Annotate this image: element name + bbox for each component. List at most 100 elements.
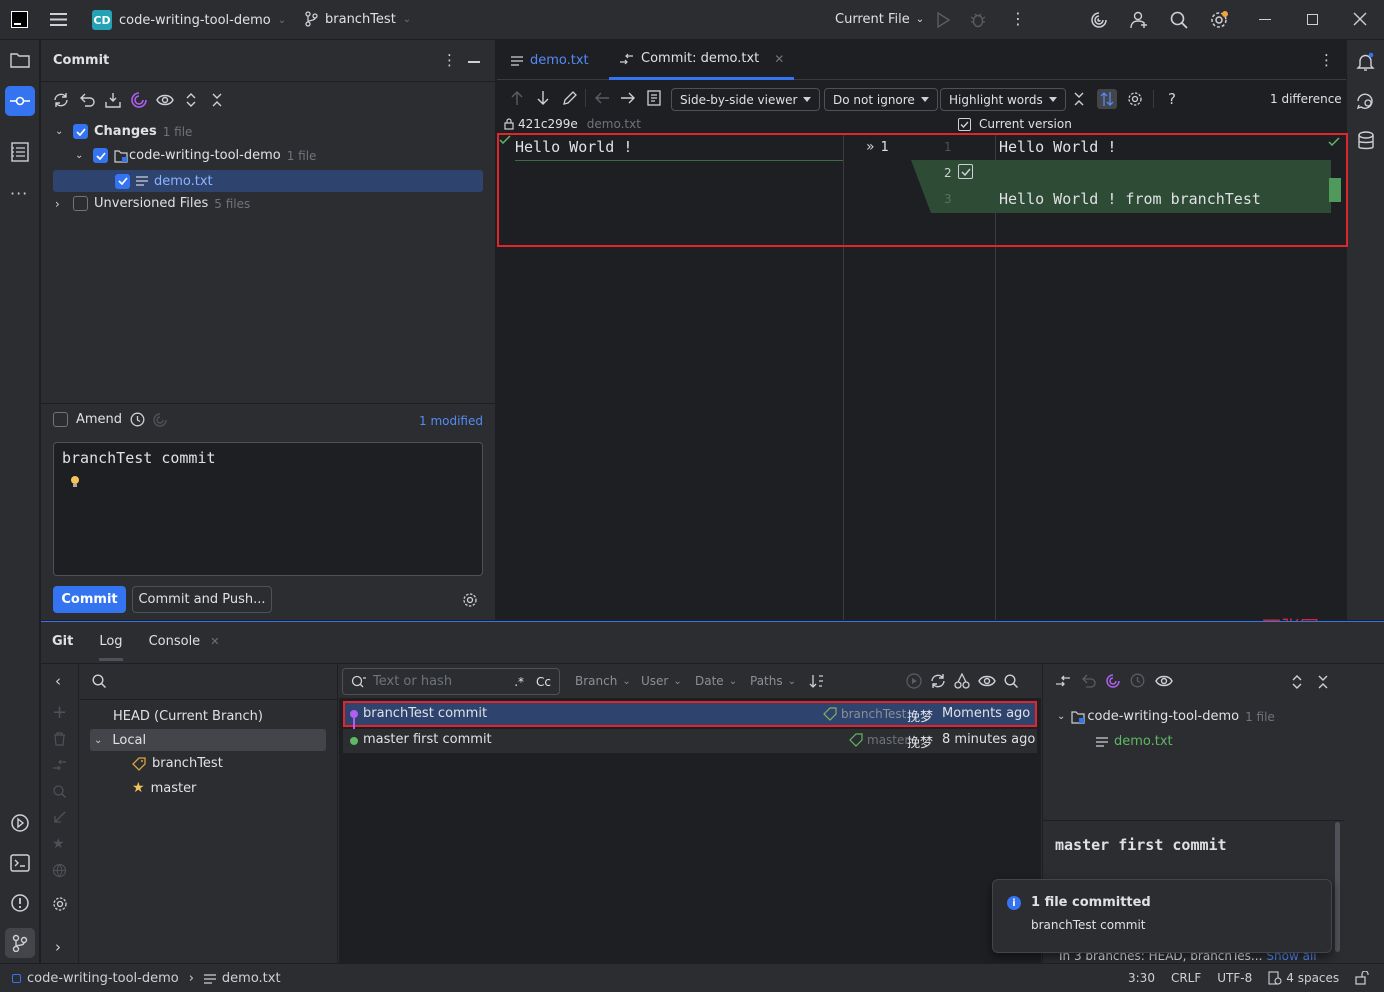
branch-search-icon[interactable]	[92, 674, 106, 688]
more-actions-icon[interactable]: ⋮	[1010, 11, 1026, 27]
favorite-star-icon[interactable]: ★	[52, 836, 65, 852]
main-menu-icon[interactable]	[50, 12, 67, 27]
more-tools-icon[interactable]: ···	[10, 184, 28, 203]
head-node[interactable]: HEAD (Current Branch)	[113, 709, 263, 724]
ai-chat-icon[interactable]	[1356, 92, 1376, 110]
filter-date[interactable]: Date ⌄	[695, 674, 737, 688]
compare-branch-icon[interactable]	[52, 758, 67, 772]
commit-row[interactable]: master first commit master 挽梦 8 minutes …	[343, 729, 1037, 753]
database-icon[interactable]	[1357, 131, 1375, 151]
delete-branch-icon[interactable]	[53, 732, 66, 746]
breadcrumb-file[interactable]: demo.txt	[222, 971, 281, 986]
run-icon[interactable]	[936, 12, 950, 28]
help-icon[interactable]: ?	[1162, 89, 1182, 109]
panel-options-icon[interactable]: ⋮	[442, 51, 457, 69]
previous-file-icon[interactable]	[592, 88, 612, 108]
chevron-right-icon[interactable]: ›	[55, 938, 61, 956]
unversioned-group[interactable]: › Unversioned Files 5 files	[55, 196, 250, 211]
commit-row-selected[interactable]: branchTest commit branchTest 挽梦 Moments …	[343, 701, 1037, 732]
collapse-unchanged-icon[interactable]	[1069, 89, 1089, 109]
compare-icon[interactable]	[1055, 674, 1071, 688]
lightbulb-icon[interactable]	[70, 475, 474, 489]
add-branch-icon[interactable]: +	[52, 702, 67, 723]
refresh-log-icon[interactable]	[930, 673, 946, 689]
services-icon[interactable]	[10, 813, 30, 833]
close-tab-icon[interactable]: ✕	[774, 52, 784, 66]
chevron-down-icon[interactable]: ⌄	[1057, 711, 1065, 722]
commit-tool-icon[interactable]	[5, 86, 35, 116]
terminal-icon[interactable]	[10, 854, 30, 872]
close-window-icon[interactable]	[1353, 12, 1367, 26]
next-file-icon[interactable]	[618, 88, 638, 108]
tab-log[interactable]: Log	[99, 634, 123, 661]
commit-options-gear-icon[interactable]	[462, 592, 478, 608]
diff-settings-gear-icon[interactable]	[1125, 89, 1145, 109]
preview-eye-icon[interactable]	[155, 90, 175, 110]
shelve-icon[interactable]	[103, 90, 123, 110]
sort-icon[interactable]	[809, 674, 825, 689]
amend-label[interactable]: Amend	[76, 412, 122, 427]
cherry-pick-icon[interactable]	[954, 673, 970, 689]
search-branch-icon[interactable]	[53, 785, 66, 798]
local-node[interactable]: ⌄ Local	[90, 729, 326, 751]
details-module-node[interactable]: ⌄ code-writing-tool-demo 1 file	[1057, 709, 1275, 724]
modified-link[interactable]: 1 modified	[419, 414, 483, 428]
close-tab-icon[interactable]: ✕	[210, 635, 219, 648]
add-user-icon[interactable]	[1130, 11, 1149, 29]
ai-message-icon[interactable]	[153, 412, 167, 427]
expand-details-icon[interactable]	[1291, 674, 1303, 690]
ai-explain-icon[interactable]	[1106, 673, 1120, 688]
log-search-icon[interactable]	[1004, 674, 1018, 688]
chevron-right-icon[interactable]: ›	[55, 197, 67, 211]
changes-group[interactable]: ⌄ Changes 1 file	[55, 124, 192, 139]
filter-branch[interactable]: Branch ⌄	[575, 674, 631, 688]
goto-commit-icon[interactable]	[906, 673, 922, 689]
line-ending[interactable]: CRLF	[1171, 971, 1201, 985]
sync-scroll-icon[interactable]	[1097, 89, 1117, 109]
settings-icon[interactable]	[1209, 10, 1229, 30]
problems-icon[interactable]	[10, 893, 30, 913]
tab-git[interactable]: Git	[52, 634, 73, 649]
debug-icon[interactable]	[970, 11, 986, 28]
highlight-select[interactable]: Highlight words	[940, 88, 1066, 111]
refresh-icon[interactable]	[51, 90, 71, 110]
collapse-all-icon[interactable]	[207, 90, 227, 110]
chevron-left-icon[interactable]: ‹	[55, 672, 61, 690]
file-list-icon[interactable]	[644, 88, 664, 108]
chevron-down-icon[interactable]: ⌄	[94, 735, 102, 746]
details-scrollbar[interactable]	[1335, 822, 1340, 952]
edit-pencil-icon[interactable]	[559, 88, 579, 108]
amend-checkbox[interactable]	[53, 412, 68, 427]
filter-paths[interactable]: Paths ⌄	[750, 674, 796, 688]
minimize-window-icon[interactable]	[1259, 19, 1271, 20]
file-node-selected[interactable]: demo.txt	[53, 170, 483, 192]
tab-console[interactable]: Console	[149, 634, 201, 649]
structure-icon[interactable]	[11, 142, 29, 162]
project-folder-icon[interactable]	[10, 52, 30, 68]
branch-settings-gear-icon[interactable]	[52, 896, 68, 912]
regex-toggle[interactable]: .*	[514, 675, 524, 689]
module-checkbox[interactable]	[93, 148, 108, 163]
tab-demo-txt[interactable]: demo.txt	[511, 53, 589, 68]
ignore-select[interactable]: Do not ignore	[824, 88, 938, 111]
maximize-window-icon[interactable]	[1307, 14, 1318, 25]
editor-options-icon[interactable]: ⋮	[1319, 51, 1334, 69]
history-icon[interactable]	[1130, 673, 1145, 688]
app-logo-icon[interactable]	[11, 11, 28, 28]
run-config-selector[interactable]: Current File ⌄	[835, 12, 924, 27]
viewer-select[interactable]: Side-by-side viewer	[671, 88, 821, 111]
branch-item-master[interactable]: ★ master	[132, 780, 196, 796]
ai-assistant-icon[interactable]	[1090, 11, 1108, 29]
details-eye-icon[interactable]	[1155, 674, 1173, 688]
rollback-icon[interactable]	[77, 90, 97, 110]
branch-item-branchtest[interactable]: branchTest	[132, 756, 223, 771]
search-icon[interactable]	[1170, 11, 1188, 29]
collapse-details-icon[interactable]	[1317, 674, 1329, 690]
fetch-globe-icon[interactable]	[52, 863, 67, 878]
commit-and-push-button[interactable]: Commit and Push...	[132, 586, 272, 613]
file-encoding[interactable]: UTF-8	[1217, 971, 1252, 985]
git-tool-icon[interactable]	[5, 928, 35, 958]
notifications-icon[interactable]	[1356, 52, 1375, 72]
next-difference-icon[interactable]	[533, 88, 553, 108]
file-checkbox[interactable]	[115, 173, 130, 189]
